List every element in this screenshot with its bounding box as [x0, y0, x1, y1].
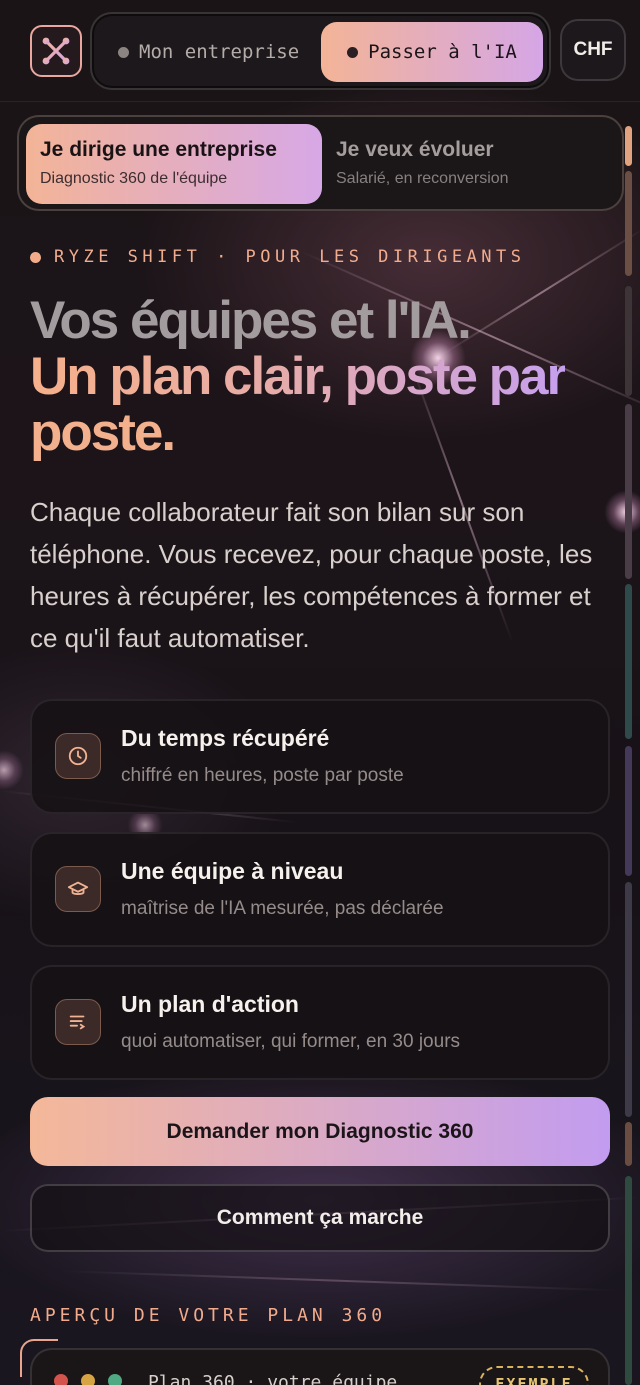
feature-title: Un plan d'action	[121, 991, 299, 1017]
scroll-segment	[625, 584, 632, 739]
tab-dirigeant[interactable]: Je dirige une entreprise Diagnostic 360 …	[26, 124, 322, 204]
feature-subtitle: chiffré en heures, poste par poste	[121, 765, 404, 786]
scroll-segment	[625, 404, 632, 579]
mode-mon-entreprise[interactable]: Mon entreprise	[110, 22, 320, 82]
window-dot-red-icon	[54, 1374, 68, 1385]
hero-eyebrow: RYZE SHIFT · POUR LES DIRIGEANTS	[30, 247, 526, 267]
mode-switch: Mon entreprise Passer à l'IA	[90, 12, 551, 90]
page-title: Vos équipes et l'IA. Un plan clair, post…	[30, 293, 620, 461]
example-badge: EXEMPLE	[479, 1366, 589, 1385]
brand-logo[interactable]	[30, 25, 82, 77]
tab-title: Je dirige une entreprise	[40, 138, 277, 161]
feature-card: Un plan d'action quoi automatiser, qui f…	[30, 965, 610, 1080]
how-it-works-button[interactable]: Comment ça marche	[30, 1184, 610, 1252]
plan-preview-card: Plan 360 · votre équipe EXEMPLE	[30, 1348, 610, 1385]
scroll-segment	[625, 746, 632, 876]
window-dot-green-icon	[108, 1374, 122, 1385]
eyebrow-dot-icon	[30, 251, 41, 263]
feature-subtitle: quoi automatiser, qui former, en 30 jour…	[121, 1031, 461, 1052]
hero-lead: Chaque collaborateur fait son bilan sur …	[30, 497, 593, 653]
scroll-thumb[interactable]	[625, 126, 632, 166]
scroll-segment	[625, 171, 632, 276]
feature-title: Une équipe à niveau	[121, 858, 344, 884]
eyebrow-text: RYZE SHIFT · POUR LES DIRIGEANTS	[54, 247, 526, 267]
preview-title: Plan 360 · votre équipe	[148, 1372, 398, 1385]
title-line-2: Un plan clair, poste par	[30, 347, 567, 406]
title-line-1: Vos équipes et l'IA.	[30, 291, 472, 350]
mode-off-label: Mon entreprise	[139, 41, 300, 63]
title-line-3: poste.	[30, 403, 176, 462]
scrollbar[interactable]	[625, 126, 633, 1385]
audience-tabs: Je dirige une entreprise Diagnostic 360 …	[17, 115, 624, 211]
window-dot-yellow-icon	[81, 1374, 95, 1385]
tab-title: Je veux évoluer	[336, 138, 494, 161]
tab-subtitle: Salarié, en reconversion	[336, 170, 509, 187]
feature-card: Du temps récupéré chiffré en heures, pos…	[30, 699, 610, 814]
tab-subtitle: Diagnostic 360 de l'équipe	[40, 170, 228, 187]
graduation-cap-icon	[55, 866, 101, 912]
feature-title: Du temps récupéré	[121, 725, 330, 751]
scroll-segment	[625, 1176, 632, 1385]
mode-passer-ia[interactable]: Passer à l'IA	[321, 22, 543, 82]
list-arrow-icon	[55, 999, 101, 1045]
clock-icon	[55, 733, 101, 779]
scroll-segment	[625, 882, 632, 1117]
currency-selector[interactable]: CHF	[560, 19, 626, 81]
tab-evoluer[interactable]: Je veux évoluer Salarié, en reconversion	[322, 124, 618, 204]
request-diagnostic-button[interactable]: Demander mon Diagnostic 360	[30, 1097, 610, 1166]
scroll-segment	[625, 1122, 632, 1166]
mode-on-label: Passer à l'IA	[368, 41, 517, 63]
section-label: APERÇU DE VOTRE PLAN 360	[30, 1305, 387, 1326]
feature-card: Une équipe à niveau maîtrise de l'IA mes…	[30, 832, 610, 947]
status-dot-icon	[347, 46, 359, 58]
x-cross-logo-icon	[42, 37, 70, 65]
scroll-segment	[625, 286, 632, 396]
feature-subtitle: maîtrise de l'IA mesurée, pas déclarée	[121, 898, 444, 919]
top-bar: Mon entreprise Passer à l'IA CHF	[0, 0, 640, 102]
status-dot-icon	[118, 46, 129, 58]
